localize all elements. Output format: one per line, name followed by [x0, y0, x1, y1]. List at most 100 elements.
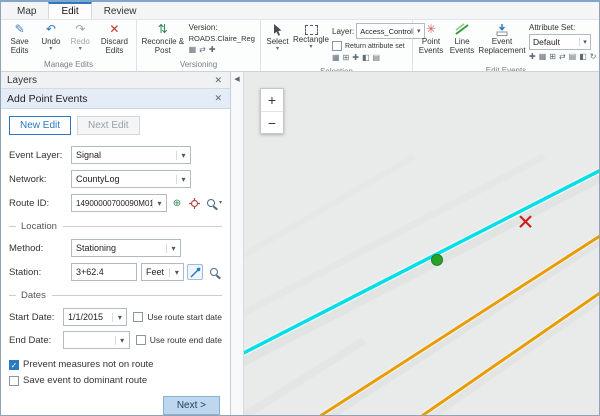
prevent-measures-checkbox[interactable]: ✓	[9, 360, 19, 370]
end-date-label: End Date:	[9, 335, 63, 346]
layers-pane-title: Layers	[7, 75, 37, 86]
zoom-in-button[interactable]: +	[261, 89, 283, 111]
edit-events-tool-icon[interactable]: ✚	[529, 52, 536, 61]
end-date-select[interactable]: ▾	[63, 331, 130, 349]
event-replacement-icon	[495, 23, 509, 37]
prevent-measures-label: Prevent measures not on route	[23, 359, 153, 370]
add-point-events-panel: Layers ✕ Add Point Events ✕ New Edit Nex…	[1, 72, 231, 415]
save-edits-button[interactable]: ✎ Save Edits	[3, 21, 36, 59]
return-attribute-set-checkbox[interactable]	[332, 41, 342, 51]
new-edit-button[interactable]: New Edit	[9, 116, 71, 135]
edit-events-tool-icon[interactable]: ▦	[539, 52, 547, 61]
load-route-icon[interactable]: ⊕	[170, 195, 184, 211]
tab-review[interactable]: Review	[92, 4, 149, 19]
chevron-down-icon: ▾	[176, 175, 190, 184]
edit-events-tool-icon[interactable]: ⇄	[559, 52, 566, 61]
save-dominant-route-label: Save event to dominant route	[23, 375, 147, 386]
selection-tool-icon[interactable]: ▤	[373, 53, 381, 62]
edit-events-group-label: Edit Events	[415, 65, 597, 72]
chevron-down-icon: ▾	[49, 47, 52, 52]
route-id-select[interactable]: 14900000700090M01 ▾	[71, 194, 167, 212]
panel-collapse-strip[interactable]: ◀	[231, 72, 244, 415]
route-id-value: 14900000700090M01	[72, 199, 152, 208]
network-select[interactable]: CountyLog ▾	[71, 170, 191, 188]
event-replacement-button[interactable]: Event Replacement	[477, 21, 527, 65]
start-date-label: Start Date:	[9, 312, 63, 323]
line-events-button[interactable]: Line Events	[447, 21, 477, 65]
method-select[interactable]: Stationing ▾	[71, 239, 181, 257]
save-edits-icon: ✎	[15, 23, 25, 37]
station-input[interactable]	[71, 263, 137, 281]
terrain-ridge	[244, 157, 414, 261]
map-view[interactable]: + −	[244, 72, 599, 415]
point-events-label: Point Events	[416, 38, 446, 55]
road-casing	[416, 289, 599, 415]
edit-events-tool-icon[interactable]: ↻	[590, 52, 597, 61]
select-cursor-icon	[272, 23, 283, 37]
reconcile-post-label: Reconcile & Post	[140, 38, 186, 55]
chevron-down-icon: ▾	[579, 38, 590, 46]
event-layer-select[interactable]: Signal ▾	[71, 146, 191, 164]
selected-route-line[interactable]	[244, 168, 599, 355]
ribbon-tab-bar: Map Edit Review	[1, 2, 599, 20]
chevron-down-icon: ▾	[112, 313, 126, 322]
redo-button[interactable]: ↷ Redo ▾	[66, 21, 95, 59]
tab-edit[interactable]: Edit	[48, 2, 91, 19]
zoom-to-station-icon[interactable]	[206, 264, 222, 280]
selection-tool-icon[interactable]: ✚	[352, 53, 359, 62]
chevron-down-icon: ▾	[309, 45, 312, 50]
close-icon[interactable]: ✕	[212, 75, 224, 86]
start-date-select[interactable]: 1/1/2015 ▾	[63, 308, 127, 326]
station-picker-icon[interactable]	[187, 264, 203, 280]
version-tool-icon[interactable]: ⇄	[199, 45, 206, 54]
method-value: Stationing	[72, 243, 166, 253]
secondary-route-line[interactable]	[416, 289, 599, 415]
use-route-start-date-label: Use route start date	[147, 312, 222, 322]
selection-tool-icon[interactable]: ▦	[332, 53, 340, 62]
close-icon[interactable]: ✕	[212, 93, 224, 104]
route-picker-icon[interactable]	[187, 195, 201, 211]
selection-layer-value: Access_Control	[357, 27, 413, 36]
version-label: Version:	[189, 23, 218, 32]
reconcile-post-button[interactable]: ⇅ Reconcile & Post	[139, 21, 187, 59]
event-layer-value: Signal	[72, 150, 176, 160]
undo-icon: ↶	[46, 23, 56, 37]
selection-tool-icon[interactable]: ⊞	[343, 53, 350, 62]
point-events-button[interactable]: ✳ Point Events	[415, 21, 447, 65]
point-event-marker[interactable]	[432, 254, 443, 265]
chevron-down-icon: ▾	[115, 336, 129, 345]
save-dominant-route-checkbox[interactable]	[9, 376, 19, 386]
version-tool-icon[interactable]: ✚	[209, 45, 216, 54]
zoom-to-route-icon[interactable]	[204, 195, 218, 211]
terrain-ridge	[244, 157, 544, 321]
dates-section-title: Dates	[21, 290, 46, 301]
map-canvas[interactable]	[244, 72, 599, 415]
attribute-set-value: Default	[530, 37, 579, 47]
use-route-end-date-checkbox[interactable]	[136, 335, 146, 345]
attribute-set-select[interactable]: Default ▾	[529, 34, 591, 50]
route-id-label: Route ID:	[9, 198, 71, 209]
layers-pane-header: Layers ✕	[1, 72, 230, 89]
edit-events-tool-icon[interactable]: ⊞	[549, 52, 556, 61]
discard-edits-button[interactable]: ✕ Discard Edits	[95, 21, 134, 59]
zoom-out-button[interactable]: −	[261, 111, 283, 133]
chevron-down-icon: ▾	[79, 47, 82, 52]
next-edit-button[interactable]: Next Edit	[77, 116, 140, 135]
edit-events-tool-icon[interactable]: ◧	[579, 52, 587, 61]
edit-events-tool-icon[interactable]: ▤	[569, 52, 577, 61]
line-events-icon	[455, 23, 469, 37]
next-button[interactable]: Next >	[163, 396, 220, 415]
rectangle-select-button[interactable]: Rectangle ▾	[292, 21, 330, 66]
station-unit-select[interactable]: Feet ▾	[141, 263, 184, 281]
redo-icon: ↷	[75, 23, 85, 37]
version-tool-icon[interactable]: ▦	[189, 45, 197, 54]
select-button[interactable]: Select ▾	[263, 21, 292, 66]
station-unit-value: Feet	[142, 267, 169, 277]
selection-tool-icon[interactable]: ◧	[362, 53, 370, 62]
chevron-down-icon: ▾	[166, 244, 180, 253]
undo-button[interactable]: ↶ Undo ▾	[36, 21, 65, 59]
attribute-set-label: Attribute Set:	[529, 23, 575, 32]
use-route-start-date-checkbox[interactable]	[133, 312, 143, 322]
panel-title: Add Point Events	[7, 93, 88, 105]
tab-map[interactable]: Map	[5, 4, 48, 19]
